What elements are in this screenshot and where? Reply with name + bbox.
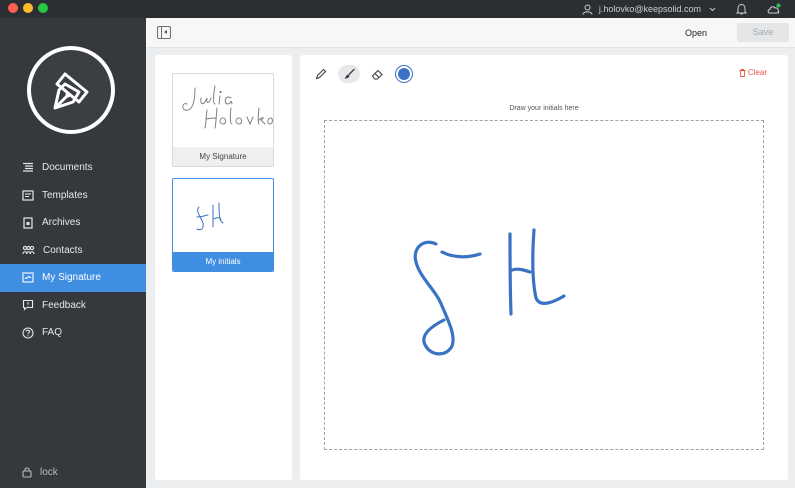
signature-card[interactable]: My Signature: [172, 73, 274, 167]
signature-icon: [22, 272, 34, 283]
drawing-tools: [310, 65, 410, 83]
drawn-initials: [413, 228, 566, 356]
brush-tool[interactable]: [338, 65, 360, 83]
contacts-icon: [22, 245, 35, 254]
chevron-down-icon: [709, 7, 716, 11]
sidebar-item-label: Feedback: [42, 299, 86, 311]
sidebar-item-templates[interactable]: Templates: [0, 182, 146, 210]
user-menu[interactable]: j.holovko@keepsolid.com: [582, 0, 781, 18]
sidebar-item-archives[interactable]: Archives: [0, 209, 146, 237]
open-button[interactable]: Open: [685, 24, 707, 42]
cloud-sync-icon[interactable]: [767, 3, 781, 15]
lock-button[interactable]: lock: [22, 466, 58, 478]
initials-thumbnail: [173, 179, 273, 253]
drawing-editor: Clear Draw your initials here: [300, 55, 788, 480]
sidebar-nav: Documents Templates Archives Contacts My…: [0, 154, 146, 347]
collapse-sidebar-button[interactable]: [157, 26, 171, 39]
sidebar-item-label: Contacts: [43, 244, 83, 256]
bell-icon[interactable]: [736, 3, 747, 15]
lock-icon: [22, 467, 32, 478]
sidebar-item-label: Templates: [42, 189, 88, 201]
sidebar-item-label: Documents: [42, 162, 93, 174]
sidebar-item-feedback[interactable]: Feedback: [0, 292, 146, 320]
draw-hint: Draw your initials here: [509, 105, 579, 112]
brush-icon: [344, 68, 355, 79]
clear-button[interactable]: Clear: [739, 68, 767, 77]
close-window-button[interactable]: [8, 3, 18, 13]
lock-label: lock: [40, 466, 58, 478]
sidebar-item-documents[interactable]: Documents: [0, 154, 146, 182]
signature-list-panel: My Signature My initials: [155, 55, 292, 480]
sidebar-item-my-signature[interactable]: My Signature: [0, 264, 146, 292]
templates-icon: [22, 190, 34, 201]
user-email: j.holovko@keepsolid.com: [598, 4, 701, 14]
pencil-icon: [315, 68, 327, 80]
sidebar-item-label: FAQ: [42, 327, 63, 339]
user-icon: [582, 4, 593, 15]
app-logo: [27, 46, 115, 134]
faq-icon: [22, 327, 34, 339]
initials-card[interactable]: My initials: [172, 178, 274, 272]
save-button[interactable]: Save: [737, 23, 789, 42]
pen-nib-logo-icon: [53, 72, 89, 110]
title-bar: j.holovko@keepsolid.com: [0, 0, 795, 18]
archives-icon: [23, 217, 33, 229]
documents-icon: [23, 163, 33, 172]
sidebar: Documents Templates Archives Contacts My…: [0, 18, 146, 488]
sidebar-item-contacts[interactable]: Contacts: [0, 237, 146, 265]
zoom-window-button[interactable]: [38, 3, 48, 13]
feedback-icon: [22, 300, 34, 311]
signature-thumbnail: [173, 74, 273, 148]
eraser-icon: [371, 69, 383, 80]
pen-color-picker[interactable]: [398, 68, 410, 80]
sidebar-item-faq[interactable]: FAQ: [0, 319, 146, 347]
app-window: j.holovko@keepsolid.com Documents Templa…: [0, 0, 795, 488]
sidebar-item-label: Archives: [42, 217, 81, 229]
signature-caption: My Signature: [173, 147, 273, 166]
top-toolbar: Open Save: [146, 18, 795, 48]
sidebar-item-label: My Signature: [42, 272, 101, 284]
clear-label: Clear: [747, 68, 767, 77]
trash-icon: [739, 68, 746, 77]
minimize-window-button[interactable]: [23, 3, 33, 13]
drawing-canvas[interactable]: [324, 120, 764, 450]
pen-tool[interactable]: [310, 65, 332, 83]
main-content: Open Save My Signature My initials Clear…: [146, 18, 795, 488]
eraser-tool[interactable]: [366, 65, 388, 83]
initials-caption: My initials: [173, 252, 273, 271]
